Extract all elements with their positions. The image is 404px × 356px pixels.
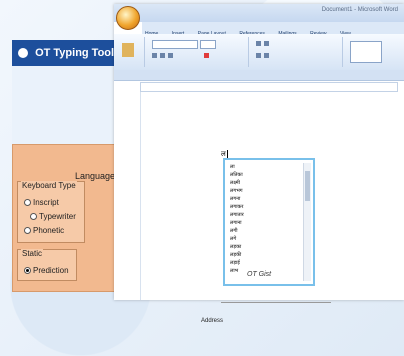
underline-icon[interactable]	[168, 53, 173, 58]
keyboard-type-title: Keyboard Type	[21, 181, 77, 190]
suggestion-item[interactable]: लगाकर	[230, 204, 243, 210]
suggestion-scrollbar[interactable]	[303, 163, 311, 281]
paste-icon[interactable]	[122, 43, 134, 57]
suggestion-item[interactable]: ला	[230, 164, 235, 170]
static-group: Static Prediction	[17, 249, 77, 281]
ribbon-tabs: Home Insert Page Layout References Maili…	[142, 22, 404, 37]
paragraph-group	[252, 37, 343, 67]
ribbon	[114, 34, 404, 71]
suggestion-item[interactable]: लगी	[230, 228, 238, 234]
keyboard-type-group: Keyboard Type Inscript Typewriter Phonet…	[17, 181, 85, 243]
document-page[interactable]: ल ला लतिका लक्ष्मी लगभग लगना लगाकर लगाता…	[140, 92, 398, 324]
radio-circle-selected[interactable]	[24, 267, 31, 275]
align-left-icon[interactable]	[256, 53, 261, 58]
radio-prediction[interactable]: Prediction	[24, 266, 69, 275]
scrollbar-thumb[interactable]	[305, 171, 310, 201]
radio-circle[interactable]	[24, 199, 31, 207]
suggestion-item[interactable]: लगातार	[230, 212, 244, 218]
radio-phonetic[interactable]: Phonetic	[24, 226, 64, 235]
suggestion-item[interactable]: लाभ	[230, 268, 238, 274]
font-size-box[interactable]	[200, 40, 216, 49]
app-logo-icon	[18, 48, 28, 59]
suggestion-item[interactable]: लक्ष्मी	[230, 180, 240, 186]
static-title: Static	[21, 249, 44, 258]
text-caret	[226, 150, 228, 159]
radio-label: Prediction	[33, 266, 69, 275]
numbering-icon[interactable]	[264, 41, 269, 46]
language-settings-panel: Language Set Keyboard Type Inscript Type…	[12, 144, 131, 292]
suggestion-item[interactable]: लड़ाई	[230, 260, 240, 266]
font-name-box[interactable]	[152, 40, 198, 49]
radio-inscript[interactable]: Inscript	[24, 198, 59, 207]
italic-icon[interactable]	[160, 53, 165, 58]
word-title-bar: Document1 - Microsoft Word	[114, 4, 404, 22]
office-button[interactable]	[116, 6, 140, 30]
clipboard-group	[116, 37, 145, 67]
bold-icon[interactable]	[152, 53, 157, 58]
align-center-icon[interactable]	[264, 53, 269, 58]
address-label: Address	[201, 318, 224, 324]
bullets-icon[interactable]	[256, 41, 261, 46]
suggestion-item[interactable]: लगे	[230, 236, 236, 242]
word-window: Document1 - Microsoft Word Home Insert P…	[114, 4, 404, 324]
suggestion-item[interactable]: लड़का	[230, 244, 241, 250]
suggestion-item[interactable]: लतिका	[230, 172, 243, 178]
ruler	[140, 82, 398, 92]
suggestion-brand: OT Gist	[247, 271, 272, 278]
radio-label: Typewriter	[39, 212, 76, 221]
font-color-icon[interactable]	[204, 53, 209, 58]
address-line	[221, 302, 331, 303]
font-group	[148, 37, 249, 67]
app-title: OT Typing Tool	[35, 47, 115, 59]
word-caption: Document1 - Microsoft Word	[321, 7, 398, 13]
radio-circle[interactable]	[24, 227, 31, 235]
radio-circle[interactable]	[30, 213, 37, 221]
styles-group	[346, 37, 400, 67]
radio-label: Inscript	[33, 198, 59, 207]
radio-typewriter[interactable]: Typewriter	[30, 212, 76, 221]
typed-text-value: ल	[221, 151, 226, 158]
suggestion-item[interactable]: लगभग	[230, 188, 243, 194]
suggestion-list[interactable]: ला लतिका लक्ष्मी लगभग लगना लगाकर लगातार …	[223, 158, 315, 286]
suggestion-item[interactable]: लगना	[230, 196, 240, 202]
suggestion-item[interactable]: लड़की	[230, 252, 241, 258]
style-normal[interactable]	[350, 41, 382, 63]
quick-access-toolbar	[114, 70, 404, 81]
radio-label: Phonetic	[33, 226, 65, 235]
suggestion-item[interactable]: लगाना	[230, 220, 242, 226]
